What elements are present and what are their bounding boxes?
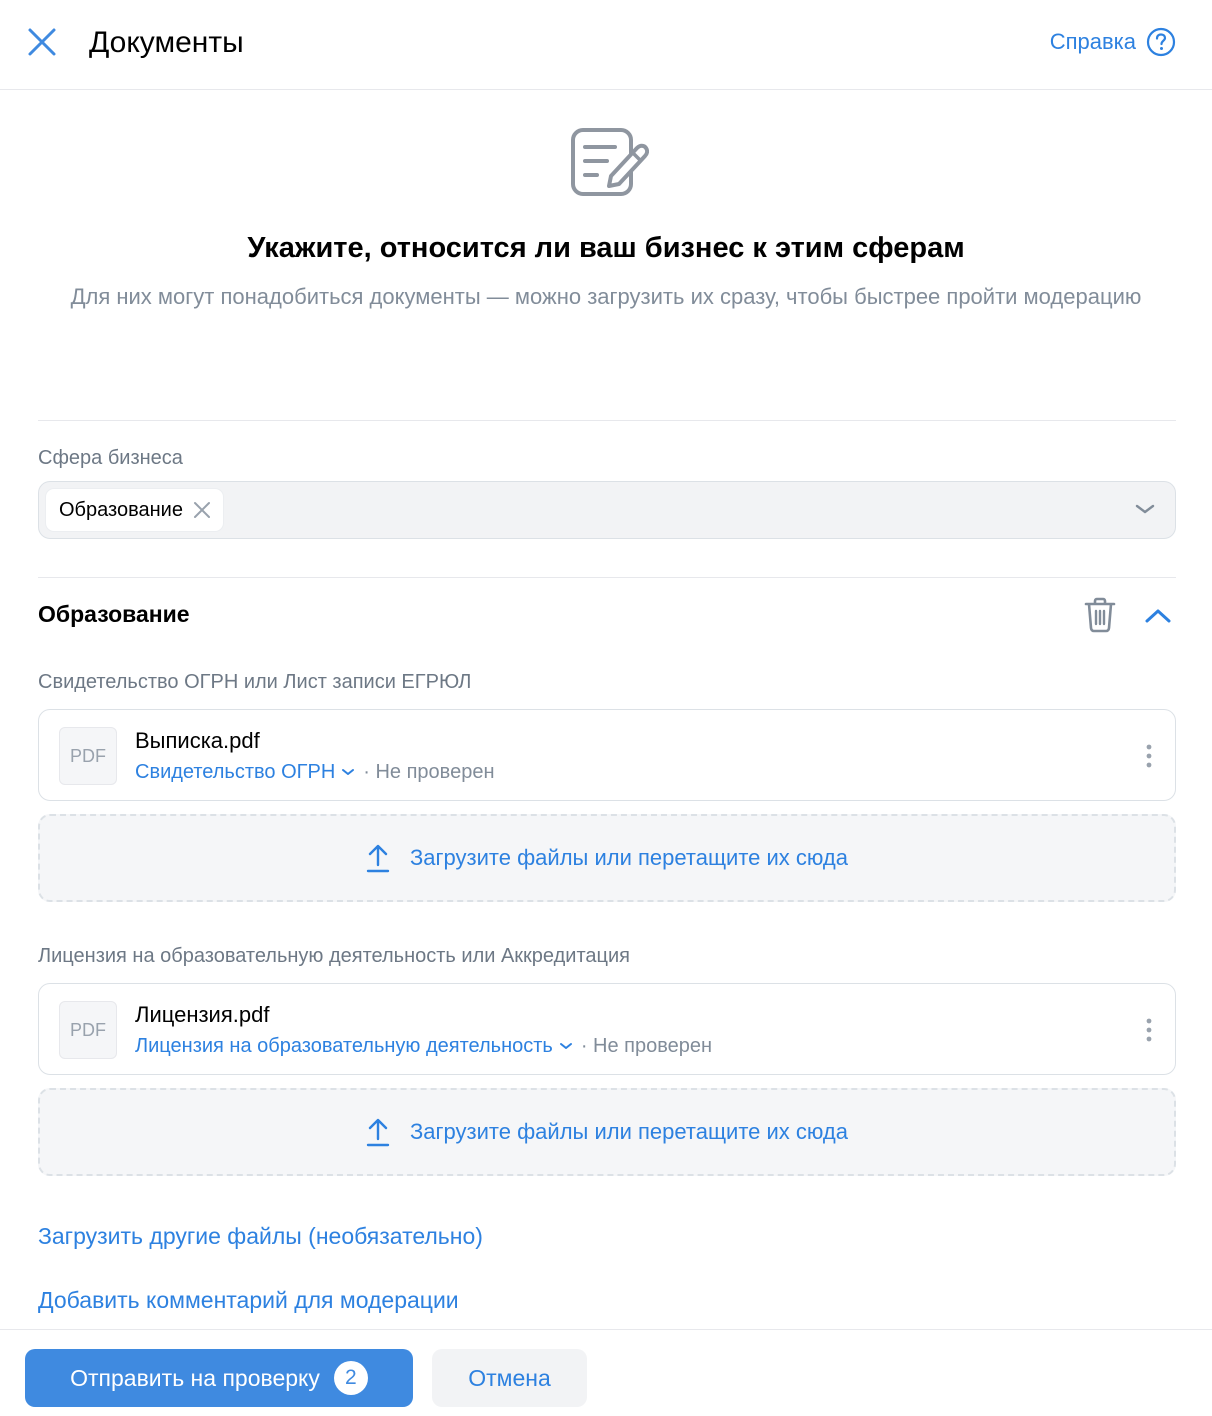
submit-count-badge: 2 — [333, 1361, 368, 1395]
footer-divider — [0, 1329, 1212, 1330]
upload-label: Загрузите файлы или перетащите их сюда — [409, 1119, 848, 1144]
chip-label: Образование — [59, 498, 183, 521]
question-circle-icon — [1146, 27, 1176, 57]
pdf-thumbnail: PDF — [59, 727, 117, 785]
chip-education: Образование — [46, 489, 223, 531]
hero-subtitle: Для них могут понадобиться документы — м… — [70, 284, 1142, 309]
upload-icon — [366, 844, 390, 873]
document-label: Лицензия на образовательную деятельность… — [38, 945, 630, 967]
submit-label: Отправить на проверку — [70, 1364, 320, 1391]
close-button[interactable] — [24, 24, 60, 60]
chip-remove-button[interactable] — [193, 501, 211, 519]
document-label: Свидетельство ОГРН или Лист записи ЕГРЮЛ — [38, 671, 472, 693]
business-field-select[interactable]: Образование — [38, 481, 1176, 539]
help-link[interactable]: Справка — [1050, 26, 1176, 58]
chevron-down-icon — [1135, 504, 1155, 514]
chevron-down-icon — [559, 1043, 572, 1049]
chevron-down-icon — [342, 769, 355, 775]
cancel-button[interactable]: Отмена — [432, 1349, 587, 1407]
upload-icon — [366, 1118, 390, 1147]
header: Документы Справка — [0, 0, 1212, 90]
more-button[interactable] — [1137, 738, 1161, 774]
upload-label: Загрузите файлы или перетащите их сюда — [409, 845, 848, 870]
file-name: Лицензия.pdf — [135, 1002, 270, 1027]
file-status: · Не проверен — [580, 1035, 713, 1057]
file-type-dropdown[interactable]: Лицензия на образовательную деятельность — [135, 1032, 573, 1060]
file-type-dropdown[interactable]: Свидетельство ОГРН — [135, 758, 355, 786]
file-card: PDF Лицензия.pdf Лицензия на образовател… — [38, 983, 1176, 1075]
divider — [38, 420, 1176, 421]
upload-other-files-link[interactable]: Загрузить другие файлы (необязательно) — [38, 1220, 483, 1252]
close-icon — [28, 28, 56, 56]
upload-dropzone[interactable]: Загрузите файлы или перетащите их сюда — [38, 1088, 1176, 1176]
page-title: Документы — [89, 26, 244, 59]
upload-dropzone[interactable]: Загрузите файлы или перетащите их сюда — [38, 814, 1176, 902]
close-icon — [193, 502, 210, 518]
section-title: Образование — [38, 601, 190, 627]
divider — [38, 577, 1176, 578]
file-status: · Не проверен — [363, 761, 495, 783]
document-edit-icon — [571, 128, 649, 196]
more-vertical-icon — [1146, 1018, 1152, 1042]
more-button[interactable] — [1137, 1012, 1161, 1048]
pdf-thumbnail: PDF — [59, 1001, 117, 1059]
hero-title: Укажите, относится ли ваш бизнес к этим … — [247, 232, 965, 264]
more-vertical-icon — [1146, 744, 1152, 768]
file-card: PDF Выписка.pdf Свидетельство ОГРН · Не … — [38, 709, 1176, 801]
help-label: Справка — [1049, 29, 1136, 54]
file-meta: Лицензия на образовательную деятельность… — [135, 1032, 712, 1060]
trash-icon[interactable] — [1082, 596, 1118, 634]
submit-button[interactable]: Отправить на проверку 2 — [25, 1349, 413, 1407]
file-type-label: Свидетельство ОГРН — [135, 761, 336, 783]
business-field-label: Сфера бизнеса — [38, 447, 183, 469]
chevron-up-icon[interactable] — [1142, 600, 1174, 632]
add-comment-link[interactable]: Добавить комментарий для модерации — [38, 1284, 459, 1316]
file-type-label: Лицензия на образовательную деятельность — [135, 1035, 553, 1057]
file-name: Выписка.pdf — [135, 728, 260, 753]
file-meta: Свидетельство ОГРН · Не проверен — [135, 758, 495, 786]
